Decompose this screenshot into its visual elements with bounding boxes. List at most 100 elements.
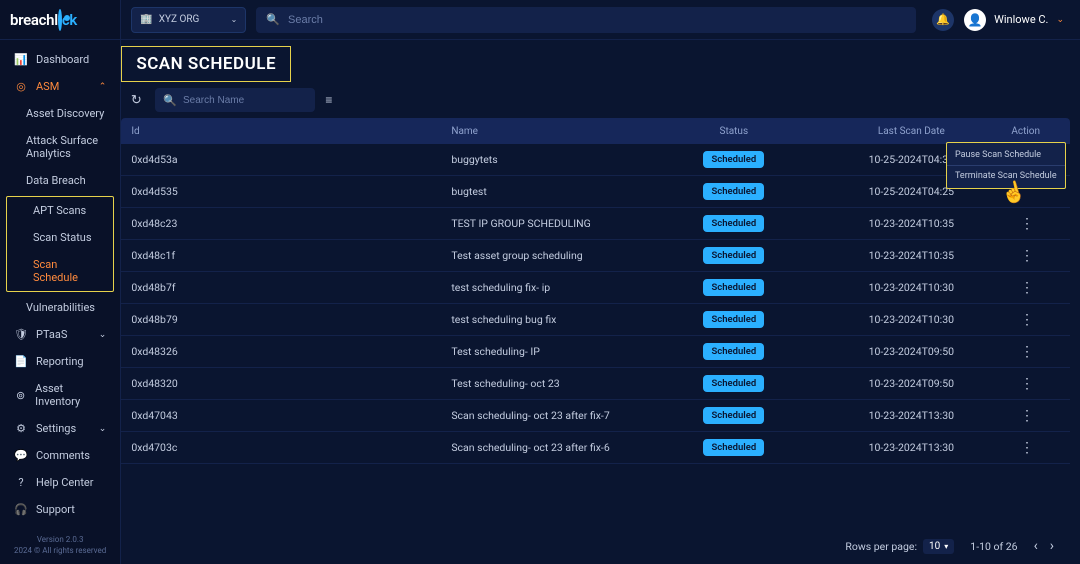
sidebar-item-label: Scan Status bbox=[33, 231, 92, 244]
pause-scan-menu-item[interactable]: Pause Scan Schedule bbox=[947, 145, 1065, 165]
sidebar-item-scan-status[interactable]: Scan Status bbox=[7, 224, 113, 251]
row-action-button[interactable]: ⋮ bbox=[1018, 343, 1036, 361]
user-menu[interactable]: 👤 Winlowe C. ⌄ bbox=[964, 9, 1064, 31]
table-row[interactable]: 0xd48320Test scheduling- oct 23Scheduled… bbox=[121, 368, 1070, 400]
org-icon: 🏢 bbox=[140, 14, 152, 25]
sidebar-nav: 📊 Dashboard ◎ ASM ⌃ Asset Discovery Atta… bbox=[0, 40, 120, 529]
name-search[interactable]: 🔍 bbox=[155, 88, 315, 112]
status-badge: Scheduled bbox=[703, 183, 764, 200]
cell-date: 10-23-2024T10:30 bbox=[811, 281, 1011, 294]
logo-area: breachlck bbox=[0, 0, 120, 40]
support-icon: 🎧 bbox=[14, 503, 28, 516]
topbar: 🏢 XYZ ORG ⌄ 🔍 🔔 👤 Winlowe C. ⌄ bbox=[121, 0, 1080, 40]
cell-status: Scheduled bbox=[656, 375, 811, 392]
sidebar-item-data-breach[interactable]: Data Breach bbox=[0, 167, 120, 194]
cell-name: Test scheduling- IP bbox=[451, 345, 656, 358]
sidebar: breachlck 📊 Dashboard ◎ ASM ⌃ Asset Disc… bbox=[0, 0, 121, 564]
sidebar-item-comments[interactable]: 💬 Comments bbox=[0, 442, 120, 469]
header-date: Last Scan Date bbox=[811, 126, 1011, 137]
next-page-button[interactable]: › bbox=[1050, 538, 1054, 554]
bell-icon: 🔔 bbox=[936, 13, 950, 26]
chevron-down-icon: ⌄ bbox=[1056, 15, 1064, 25]
cell-id: 0xd47043 bbox=[131, 409, 451, 422]
table-row[interactable]: 0xd47043Scan scheduling- oct 23 after fi… bbox=[121, 400, 1070, 432]
table-header: Id Name Status Last Scan Date Action bbox=[121, 118, 1070, 144]
sidebar-item-support[interactable]: 🎧 Support bbox=[0, 496, 120, 523]
sidebar-item-asset-discovery[interactable]: Asset Discovery bbox=[0, 100, 120, 127]
logo: breachlck bbox=[10, 11, 77, 29]
cell-date: 10-23-2024T09:50 bbox=[811, 377, 1011, 390]
cell-name: TEST IP GROUP SCHEDULING bbox=[451, 217, 656, 230]
table-row[interactable]: 0xd4d535bugtestScheduled10-25-2024T04:25 bbox=[121, 176, 1070, 208]
cell-name: buggytets bbox=[451, 153, 656, 166]
gear-icon: ⚙ bbox=[14, 422, 28, 435]
cell-date: 10-23-2024T10:35 bbox=[811, 217, 1011, 230]
row-action-button[interactable]: ⋮ bbox=[1018, 247, 1036, 265]
sidebar-item-label: Settings bbox=[36, 422, 76, 435]
notifications-button[interactable]: 🔔 bbox=[932, 9, 954, 31]
refresh-button[interactable]: ↻ bbox=[127, 91, 145, 109]
cell-date: 10-23-2024T09:50 bbox=[811, 345, 1011, 358]
page-size-select[interactable]: 10 ▾ bbox=[923, 539, 954, 554]
row-action-button[interactable]: ⋮ bbox=[1018, 215, 1036, 233]
cell-id: 0xd48b79 bbox=[131, 313, 451, 326]
row-action-button[interactable]: ⋮ bbox=[1018, 375, 1036, 393]
cell-id: 0xd48b7f bbox=[131, 281, 451, 294]
cell-action: ⋮ bbox=[1011, 343, 1060, 361]
table-row[interactable]: 0xd48c1fTest asset group schedulingSched… bbox=[121, 240, 1070, 272]
chevron-down-icon: ⌄ bbox=[99, 330, 107, 340]
table-row[interactable]: 0xd48c23TEST IP GROUP SCHEDULINGSchedule… bbox=[121, 208, 1070, 240]
page-size: Rows per page: 10 ▾ bbox=[845, 539, 954, 554]
target-icon: ◎ bbox=[14, 80, 28, 93]
sidebar-item-attack-surface[interactable]: Attack Surface Analytics bbox=[0, 127, 120, 167]
row-action-button[interactable]: ⋮ bbox=[1018, 439, 1036, 457]
cell-name: Scan scheduling- oct 23 after fix-6 bbox=[451, 441, 656, 454]
cell-name: Scan scheduling- oct 23 after fix-7 bbox=[451, 409, 656, 422]
status-badge: Scheduled bbox=[703, 151, 764, 168]
table-row[interactable]: 0xd4d53abuggytetsScheduled10-25-2024T04:… bbox=[121, 144, 1070, 176]
sidebar-item-scan-schedule[interactable]: Scan Schedule bbox=[7, 251, 113, 291]
table-row[interactable]: 0xd4703cScan scheduling- oct 23 after fi… bbox=[121, 432, 1070, 464]
row-action-button[interactable]: ⋮ bbox=[1018, 311, 1036, 329]
cell-id: 0xd4d535 bbox=[131, 185, 451, 198]
sidebar-item-label: PTaaS bbox=[36, 328, 67, 341]
org-selector[interactable]: 🏢 XYZ ORG ⌄ bbox=[131, 7, 246, 33]
sidebar-item-reporting[interactable]: 📄 Reporting bbox=[0, 348, 120, 375]
cell-id: 0xd4703c bbox=[131, 441, 451, 454]
header-name: Name bbox=[451, 126, 656, 137]
sidebar-item-apt-scans[interactable]: APT Scans bbox=[7, 197, 113, 224]
global-search-input[interactable] bbox=[288, 14, 906, 26]
sidebar-item-label: Scan Schedule bbox=[33, 258, 99, 284]
user-name: Winlowe C. bbox=[994, 13, 1048, 26]
cell-name: Test scheduling- oct 23 bbox=[451, 377, 656, 390]
chevron-down-icon: ▾ bbox=[944, 542, 948, 551]
row-action-button[interactable]: ⋮ bbox=[1018, 279, 1036, 297]
cell-name: bugtest bbox=[451, 185, 656, 198]
sidebar-item-ptaas[interactable]: 🛡 PTaaS ⌄ bbox=[0, 321, 120, 348]
cell-status: Scheduled bbox=[656, 279, 811, 296]
sidebar-item-help[interactable]: ? Help Center bbox=[0, 469, 120, 496]
sidebar-item-vulnerabilities[interactable]: Vulnerabilities bbox=[0, 294, 120, 321]
sidebar-item-asm[interactable]: ◎ ASM ⌃ bbox=[0, 73, 120, 100]
main: 🏢 XYZ ORG ⌄ 🔍 🔔 👤 Winlowe C. ⌄ bbox=[121, 0, 1080, 564]
cell-status: Scheduled bbox=[656, 343, 811, 360]
dashboard-icon: 📊 bbox=[14, 53, 28, 66]
cell-action: ⋮ bbox=[1011, 407, 1060, 425]
sidebar-item-label: Help Center bbox=[36, 476, 94, 489]
name-search-input[interactable] bbox=[183, 95, 307, 106]
version-text: Version 2.0.3 bbox=[0, 535, 120, 545]
terminate-scan-menu-item[interactable]: Terminate Scan Schedule bbox=[947, 165, 1065, 186]
row-action-button[interactable]: ⋮ bbox=[1018, 407, 1036, 425]
table-row[interactable]: 0xd48326Test scheduling- IPScheduled10-2… bbox=[121, 336, 1070, 368]
global-search[interactable]: 🔍 bbox=[256, 7, 916, 33]
table-row[interactable]: 0xd48b7ftest scheduling fix- ipScheduled… bbox=[121, 272, 1070, 304]
prev-page-button[interactable]: ‹ bbox=[1034, 538, 1038, 554]
sidebar-item-asset-inventory[interactable]: ⊚ Asset Inventory bbox=[0, 375, 120, 415]
filter-button[interactable]: ≡ bbox=[325, 93, 332, 107]
table-row[interactable]: 0xd48b79test scheduling bug fixScheduled… bbox=[121, 304, 1070, 336]
cell-action: ⋮ bbox=[1011, 279, 1060, 297]
sidebar-item-label: Reporting bbox=[36, 355, 84, 368]
sidebar-item-dashboard[interactable]: 📊 Dashboard bbox=[0, 46, 120, 73]
sidebar-item-settings[interactable]: ⚙ Settings ⌄ bbox=[0, 415, 120, 442]
cell-action: ⋮ bbox=[1011, 247, 1060, 265]
